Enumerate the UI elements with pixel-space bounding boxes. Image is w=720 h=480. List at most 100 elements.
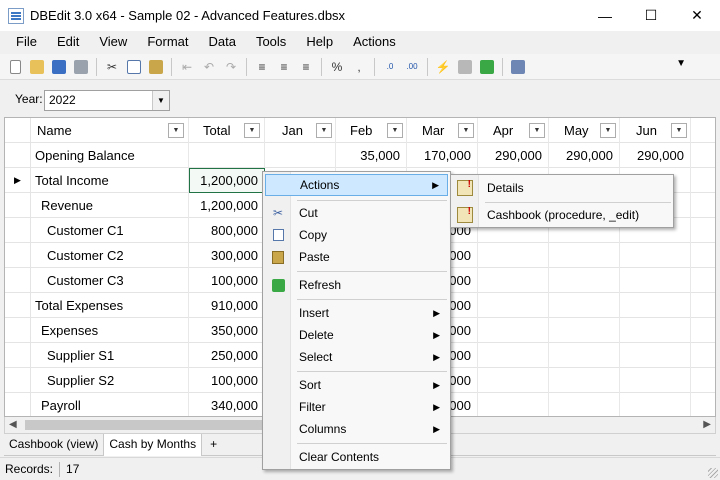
table-cell-feb[interactable]: 35,000: [336, 143, 407, 168]
context-menu-refresh[interactable]: Refresh: [265, 274, 448, 296]
table-cell-name[interactable]: Expenses: [31, 318, 189, 343]
table-cell-total[interactable]: 100,000: [189, 268, 265, 293]
table-cell-name[interactable]: Payroll: [31, 393, 189, 416]
table-cell-may[interactable]: [549, 393, 620, 416]
context-menu-sort[interactable]: Sort ▶: [265, 374, 448, 396]
copy-icon[interactable]: [124, 57, 144, 77]
comma-icon[interactable]: ,: [349, 57, 369, 77]
column-header-total[interactable]: Total ▼: [189, 118, 265, 143]
add-tab-button[interactable]: +: [202, 434, 225, 455]
refresh-icon[interactable]: [477, 57, 497, 77]
column-header-jun[interactable]: Jun ▼: [620, 118, 691, 143]
print-icon[interactable]: [71, 57, 91, 77]
row-indicator[interactable]: [5, 293, 31, 318]
table-cell-may[interactable]: [549, 318, 620, 343]
row-indicator[interactable]: [5, 318, 31, 343]
table-cell-name[interactable]: Total Expenses: [31, 293, 189, 318]
table-cell-may[interactable]: 290,000: [549, 143, 620, 168]
row-indicator[interactable]: [5, 193, 31, 218]
table-cell-jun[interactable]: [620, 318, 691, 343]
column-header-apr[interactable]: Apr ▼: [478, 118, 549, 143]
column-header-name[interactable]: Name ▼: [31, 118, 189, 143]
column-header-jan[interactable]: Jan ▼: [265, 118, 336, 143]
table-cell-name[interactable]: Total Income: [31, 168, 189, 193]
table-cell-name[interactable]: Opening Balance: [31, 143, 189, 168]
row-indicator[interactable]: [5, 143, 31, 168]
year-select[interactable]: 2022 ▼: [44, 90, 170, 111]
table-cell-total[interactable]: 250,000: [189, 343, 265, 368]
resize-grip-icon[interactable]: [708, 468, 718, 478]
table-cell-total[interactable]: 1,200,000: [189, 168, 265, 193]
column-header-mar[interactable]: Mar ▼: [407, 118, 478, 143]
context-menu-cut[interactable]: ✂ Cut: [265, 202, 448, 224]
row-indicator[interactable]: [5, 268, 31, 293]
insert-row-icon[interactable]: ⇤: [177, 57, 197, 77]
table-cell-apr[interactable]: [478, 343, 549, 368]
table-cell-jun[interactable]: [620, 343, 691, 368]
increase-decimal-icon[interactable]: .0: [380, 57, 400, 77]
filter-dropdown-icon[interactable]: ▼: [600, 123, 616, 138]
table-cell-apr[interactable]: [478, 368, 549, 393]
undo-icon[interactable]: ↶: [199, 57, 219, 77]
align-right-icon[interactable]: ≡: [296, 57, 316, 77]
table-cell-jun[interactable]: [620, 368, 691, 393]
table-cell-name[interactable]: Customer C1: [31, 218, 189, 243]
menu-actions[interactable]: Actions: [343, 31, 406, 53]
menu-edit[interactable]: Edit: [47, 31, 89, 53]
table-cell-may[interactable]: [549, 343, 620, 368]
cut-icon[interactable]: ✂: [102, 57, 122, 77]
menu-data[interactable]: Data: [198, 31, 245, 53]
column-header-may[interactable]: May ▼: [549, 118, 620, 143]
current-row-arrow-icon[interactable]: ▶: [5, 168, 31, 193]
table-cell-total[interactable]: [189, 143, 265, 168]
menu-file[interactable]: File: [6, 31, 47, 53]
chevron-down-icon[interactable]: ▼: [152, 91, 169, 110]
filter-dropdown-icon[interactable]: ▼: [244, 123, 260, 138]
filter-dropdown-icon[interactable]: ▼: [316, 123, 332, 138]
table-cell-total[interactable]: 350,000: [189, 318, 265, 343]
table-cell-jun[interactable]: [620, 293, 691, 318]
table-cell-may[interactable]: [549, 293, 620, 318]
table-cell-jun[interactable]: 290,000: [620, 143, 691, 168]
context-menu-copy[interactable]: Copy: [265, 224, 448, 246]
table-cell-may[interactable]: [549, 368, 620, 393]
table-cell-apr[interactable]: 290,000: [478, 143, 549, 168]
checkmark-icon[interactable]: [455, 57, 475, 77]
decrease-decimal-icon[interactable]: .00: [402, 57, 422, 77]
table-cell-total[interactable]: 910,000: [189, 293, 265, 318]
table-cell-total[interactable]: 100,000: [189, 368, 265, 393]
table-cell-jan[interactable]: [265, 143, 336, 168]
settings-icon[interactable]: [508, 57, 528, 77]
menu-view[interactable]: View: [89, 31, 137, 53]
context-menu-delete[interactable]: Delete ▶: [265, 324, 448, 346]
menu-format[interactable]: Format: [137, 31, 198, 53]
filter-dropdown-icon[interactable]: ▼: [529, 123, 545, 138]
table-cell-name[interactable]: Supplier S2: [31, 368, 189, 393]
tab-cashbook-view[interactable]: Cashbook (view): [4, 434, 105, 456]
row-indicator[interactable]: [5, 218, 31, 243]
row-indicator[interactable]: [5, 243, 31, 268]
table-cell-name[interactable]: Customer C2: [31, 243, 189, 268]
table-cell-jun[interactable]: [620, 243, 691, 268]
filter-dropdown-icon[interactable]: ▼: [458, 123, 474, 138]
table-cell-may[interactable]: [549, 243, 620, 268]
context-menu-paste[interactable]: Paste: [265, 246, 448, 268]
table-cell-apr[interactable]: [478, 393, 549, 416]
lightning-icon[interactable]: ⚡: [433, 57, 453, 77]
table-cell-apr[interactable]: [478, 318, 549, 343]
submenu-cashbook[interactable]: Cashbook (procedure, _edit): [453, 201, 671, 226]
align-center-icon[interactable]: ≡: [274, 57, 294, 77]
minimize-button[interactable]: —: [582, 0, 628, 31]
new-icon[interactable]: [5, 57, 25, 77]
table-cell-may[interactable]: [549, 268, 620, 293]
percent-icon[interactable]: %: [327, 57, 347, 77]
open-folder-icon[interactable]: [27, 57, 47, 77]
context-menu-actions[interactable]: Actions ▶: [265, 174, 448, 196]
context-menu-insert[interactable]: Insert ▶: [265, 302, 448, 324]
table-cell-jun[interactable]: [620, 268, 691, 293]
table-cell-total[interactable]: 1,200,000: [189, 193, 265, 218]
table-cell-name[interactable]: Customer C3: [31, 268, 189, 293]
row-indicator[interactable]: [5, 393, 31, 416]
scroll-left-icon[interactable]: ◀: [9, 419, 17, 430]
table-cell-name[interactable]: Revenue: [31, 193, 189, 218]
